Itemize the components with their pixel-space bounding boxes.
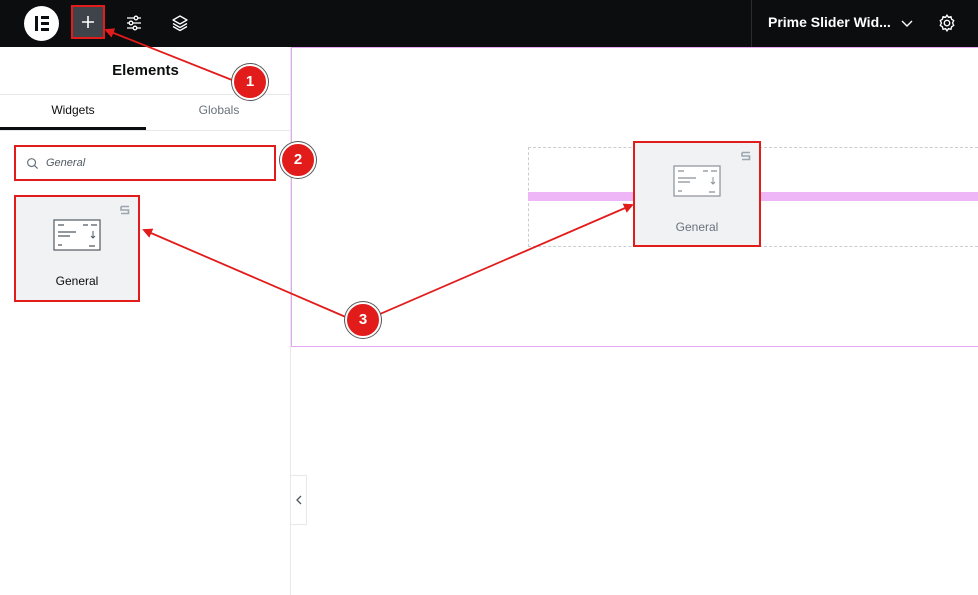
widget-label: General [55, 274, 99, 288]
search-input[interactable]: General [14, 145, 276, 181]
add-element-button[interactable] [71, 5, 105, 39]
search-icon [27, 158, 39, 170]
callout-badge-3: 3 [345, 302, 381, 338]
sliders-icon [127, 15, 141, 31]
chevron-left-icon [295, 495, 301, 505]
general-widget-icon [673, 165, 721, 197]
widget-card-general[interactable]: General [14, 195, 140, 302]
structure-button[interactable] [163, 6, 197, 40]
topbar-divider [751, 0, 752, 47]
elements-panel: Elements Widgets Globals General General [0, 47, 291, 595]
elementor-logo[interactable] [24, 6, 59, 41]
callout-badge-2: 2 [280, 142, 316, 178]
tab-widgets[interactable]: Widgets [0, 95, 146, 130]
collapse-panel-button[interactable] [291, 475, 307, 525]
page-settings-button[interactable] [117, 6, 151, 40]
document-title[interactable]: Prime Slider Wid... [768, 14, 891, 30]
general-widget-icon [53, 219, 101, 251]
search-value: General [46, 157, 86, 169]
plus-icon [82, 16, 94, 28]
layers-icon [172, 15, 188, 32]
editor-canvas[interactable]: General [291, 47, 978, 595]
gear-icon[interactable] [936, 12, 958, 34]
prime-slider-badge-icon [741, 151, 751, 161]
chevron-down-icon[interactable] [898, 14, 916, 32]
dragged-widget-label: General [675, 220, 719, 234]
prime-slider-badge-icon [120, 205, 130, 215]
tab-globals[interactable]: Globals [146, 95, 292, 130]
dragged-widget-general[interactable]: General [633, 141, 761, 247]
callout-badge-1: 1 [232, 64, 268, 100]
top-bar: Prime Slider Wid... [0, 0, 978, 47]
tabs-divider [0, 130, 291, 131]
